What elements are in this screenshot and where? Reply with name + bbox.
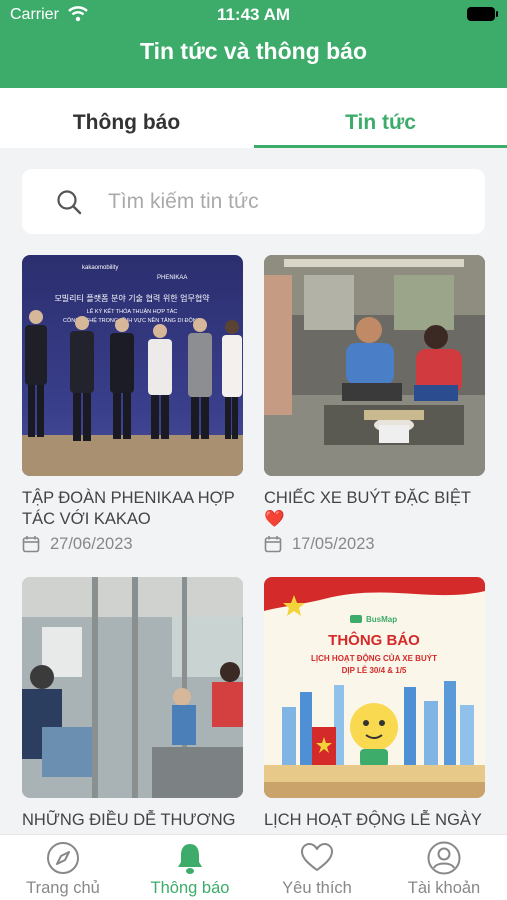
tab-bar: Thông báo Tin tức — [0, 88, 507, 148]
banner-logo-phenikaa: PHENIKAA — [157, 275, 187, 281]
poster-line1: LỊCH HOẠT ĐỘNG CỦA XE BUÝT — [311, 654, 437, 663]
news-image-holiday-poster: BusMap THÔNG BÁO LỊCH HOẠT ĐỘNG CỦA XE B… — [264, 577, 485, 798]
news-date: 17/05/2023 — [292, 534, 375, 553]
news-image-bus-passengers — [22, 577, 243, 798]
bottom-nav: Trang chủ Thông báo Yêu thích Tài khoản — [0, 834, 507, 900]
calendar-icon — [22, 536, 40, 553]
news-card[interactable]: BusMap THÔNG BÁO LỊCH HOẠT ĐỘNG CỦA XE B… — [264, 577, 485, 852]
nav-favorites[interactable]: Yêu thích — [254, 835, 380, 900]
poster-heading: THÔNG BÁO — [328, 631, 420, 649]
news-card[interactable]: NHỮNG ĐIỀU DỄ THƯƠNG — [22, 577, 243, 852]
banner-logo-kakao: kakaomobility — [82, 265, 118, 271]
compass-icon — [47, 842, 79, 874]
news-card[interactable]: kakaomobility PHENIKAA 모빌리티 플랫폼 분야 기술 협력… — [22, 255, 243, 555]
banner-line-vn1: LỄ KÝ KẾT THỎA THUẬN HỢP TÁC — [87, 308, 178, 315]
user-icon — [427, 841, 461, 875]
poster-line2: DỊP LỄ 30/4 & 1/5 — [342, 666, 407, 675]
heart-icon — [301, 843, 333, 871]
nav-favorites-label: Yêu thích — [282, 879, 352, 897]
nav-account[interactable]: Tài khoản — [381, 835, 507, 900]
search-input[interactable] — [108, 183, 468, 221]
news-image-bus-meal — [264, 255, 485, 476]
banner-line-korean: 모빌리티 플랫폼 분야 기술 협력 위한 업무협약 — [54, 293, 210, 303]
search-box — [22, 169, 485, 234]
nav-account-label: Tài khoản — [407, 879, 481, 897]
nav-home[interactable]: Trang chủ — [0, 835, 126, 900]
news-date-row: 17/05/2023 — [264, 533, 485, 555]
bell-icon — [178, 844, 202, 874]
battery-icon — [467, 7, 498, 21]
news-image-partnership: kakaomobility PHENIKAA 모빌리티 플랫폼 분야 기술 협력… — [22, 255, 243, 476]
page-title: Tin tức và thông báo — [139, 38, 368, 64]
status-time: 11:43 AM — [216, 5, 291, 24]
nav-notifications[interactable]: Thông báo — [127, 835, 253, 900]
app-header: Carrier 11:43 AM Tin tức và thông báo — [0, 0, 507, 88]
tab-thong-bao[interactable]: Thông báo — [0, 88, 253, 148]
search-icon — [57, 190, 82, 215]
news-date-row: 27/06/2023 — [22, 533, 243, 555]
news-date: 27/06/2023 — [50, 534, 133, 553]
tab-tin-tuc[interactable]: Tin tức — [254, 88, 507, 148]
news-card[interactable]: CHIẾC XE BUÝT ĐẶC BIỆT ❤️ 17/05/2023 — [264, 255, 485, 555]
nav-notifications-label: Thông báo — [150, 879, 230, 897]
nav-home-label: Trang chủ — [26, 879, 100, 897]
calendar-icon — [264, 536, 282, 553]
news-title: TẬP ĐOÀN PHENIKAA HỢP TÁC VỚI KAKAO MOBI… — [22, 489, 235, 528]
news-title: CHIẾC XE BUÝT ĐẶC BIỆT ❤️ — [264, 489, 471, 528]
poster-brand: BusMap — [366, 615, 397, 624]
status-bar: Carrier 11:43 AM — [0, 0, 507, 32]
